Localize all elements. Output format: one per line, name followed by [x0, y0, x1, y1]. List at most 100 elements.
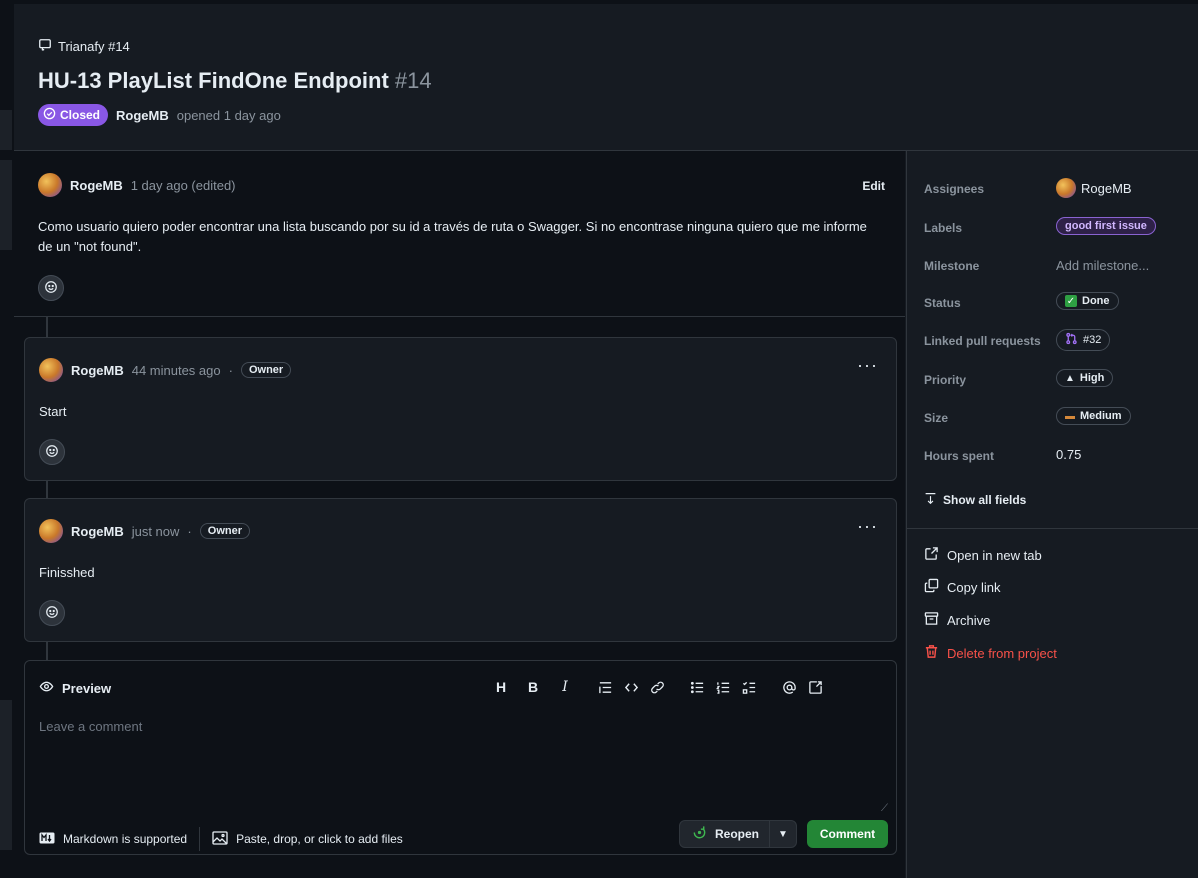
code-icon[interactable]	[621, 677, 641, 697]
reopen-label-wrap[interactable]: Reopen	[680, 821, 770, 847]
comment-time[interactable]: 44 minutes ago	[132, 363, 221, 378]
task-list-icon[interactable]	[739, 677, 759, 697]
repo-breadcrumb[interactable]: Trianafy #14	[38, 38, 130, 55]
archive-button[interactable]: Archive	[924, 611, 990, 629]
assignee-value[interactable]: RogeMB	[1056, 178, 1132, 198]
eye-icon	[39, 679, 54, 697]
archive-icon	[924, 611, 939, 629]
owner-badge: Owner	[199, 523, 250, 539]
opened-text: opened 1 day ago	[176, 107, 281, 123]
label-pill: good first issue	[1056, 217, 1156, 235]
labels-value[interactable]: good first issue	[1056, 217, 1156, 235]
smiley-icon	[45, 444, 59, 461]
format-toolbar: H B I	[491, 677, 825, 697]
sidebar-divider	[907, 528, 1198, 529]
comment-author[interactable]: RogeMB	[71, 524, 124, 539]
status-badge: Closed	[38, 104, 109, 126]
status-value[interactable]: ✓ Done	[1056, 292, 1119, 310]
field-label-assignees: Assignees	[924, 182, 985, 196]
pull-request-icon	[1065, 332, 1078, 348]
comment-author[interactable]: RogeMB	[71, 363, 124, 378]
delete-from-project-button[interactable]: Delete from project	[924, 644, 1057, 662]
mountain-icon: ▲	[1065, 372, 1075, 384]
show-all-fields-button[interactable]: Show all fields	[924, 492, 1026, 508]
resize-handle[interactable]: ⟋	[881, 803, 888, 814]
check-icon: ✓	[1065, 295, 1077, 307]
description-header: RogeMB 1 day ago (edited)	[38, 173, 236, 197]
issue-header: Trianafy #14 HU-13 PlayList FindOne Endp…	[14, 4, 1198, 151]
size-pill: ▬ Medium	[1056, 407, 1131, 425]
add-reaction-button[interactable]	[38, 275, 64, 301]
priority-text: High	[1079, 372, 1105, 384]
mention-icon[interactable]	[779, 677, 799, 697]
avatar[interactable]	[39, 358, 63, 382]
markdown-note[interactable]: Markdown is supported	[63, 832, 187, 846]
comment-header: RogeMB 44 minutes ago · Owner	[39, 358, 292, 382]
add-reaction-button[interactable]	[39, 600, 65, 626]
repo-name: Trianafy #14	[58, 39, 130, 54]
avatar[interactable]	[39, 519, 63, 543]
issue-number: #14	[394, 68, 432, 93]
status-pill: ✓ Done	[1056, 292, 1119, 310]
add-reaction-button[interactable]	[39, 439, 65, 465]
left-edge	[0, 0, 14, 878]
field-label-status: Status	[924, 296, 961, 310]
comment-time[interactable]: just now	[132, 524, 180, 539]
avatar	[1056, 178, 1076, 198]
description-time[interactable]: 1 day ago (edited)	[131, 178, 236, 193]
field-label-priority: Priority	[924, 373, 967, 387]
separator-dot: ·	[187, 523, 192, 539]
preview-tab[interactable]: Preview	[39, 679, 111, 697]
issue-panel: Trianafy #14 HU-13 PlayList FindOne Endp…	[14, 4, 1198, 878]
footer-divider	[199, 827, 201, 851]
link-icon[interactable]	[647, 677, 667, 697]
comment-menu-button[interactable]: ···	[857, 517, 878, 535]
smiley-icon	[45, 605, 59, 622]
pr-pill: #32	[1056, 329, 1111, 351]
italic-button[interactable]: I	[555, 677, 575, 697]
comment-body: Start	[39, 404, 67, 419]
issue-sidebar: Assignees RogeMB Labels good first issue…	[906, 151, 1198, 878]
avatar[interactable]	[38, 173, 62, 197]
description-author[interactable]: RogeMB	[70, 178, 123, 193]
comment-header: RogeMB just now · Owner	[39, 519, 250, 543]
author-link[interactable]: RogeMB	[116, 108, 169, 123]
comment-menu-button[interactable]: ···	[857, 356, 878, 374]
priority-pill: ▲ High	[1056, 369, 1114, 387]
quote-icon[interactable]	[595, 677, 615, 697]
hours-value[interactable]: 0.75	[1056, 447, 1081, 462]
animal-icon: ▬	[1065, 410, 1075, 422]
comment-input[interactable]: Leave a comment	[39, 719, 142, 734]
edit-button[interactable]: Edit	[862, 179, 885, 193]
comment-card: RogeMB 44 minutes ago · Owner ··· Start	[24, 337, 897, 481]
reopen-dropdown-icon[interactable]: ▼	[770, 829, 796, 840]
field-label-size: Size	[924, 411, 949, 425]
reopen-button[interactable]: Reopen ▼	[679, 820, 797, 848]
issue-tracks-icon	[38, 38, 52, 55]
ordered-list-icon[interactable]	[713, 677, 733, 697]
copy-link-button[interactable]: Copy link	[924, 578, 1000, 596]
open-new-tab-button[interactable]: Open in new tab	[924, 546, 1042, 564]
timeline-line	[46, 481, 48, 499]
reference-icon[interactable]	[805, 677, 825, 697]
size-value[interactable]: ▬ Medium	[1056, 407, 1131, 425]
priority-value[interactable]: ▲ High	[1056, 369, 1114, 387]
milestone-value[interactable]: Add milestone...	[1056, 258, 1149, 273]
bold-button[interactable]: B	[523, 677, 543, 697]
comment-button[interactable]: Comment	[807, 820, 888, 848]
comment-card: RogeMB just now · Owner ··· Finisshed	[24, 498, 897, 642]
page-title: HU-13 PlayList FindOne Endpoint #14	[38, 68, 432, 94]
preview-label: Preview	[62, 680, 112, 696]
attach-files-note[interactable]: Paste, drop, or click to add files	[236, 832, 403, 846]
composer-footer: Markdown is supported Paste, drop, or cl…	[39, 827, 403, 851]
unordered-list-icon[interactable]	[687, 677, 707, 697]
separator-dot: ·	[228, 362, 233, 378]
external-link-icon	[924, 546, 939, 564]
main-column: RogeMB 1 day ago (edited) Edit Como usua…	[14, 151, 905, 878]
owner-badge: Owner	[240, 362, 292, 378]
linked-pr-value[interactable]: #32	[1056, 329, 1111, 351]
reopen-label: Reopen	[715, 827, 760, 841]
image-icon	[212, 830, 228, 848]
size-text: Medium	[1080, 410, 1122, 422]
heading-button[interactable]: H	[491, 677, 511, 697]
